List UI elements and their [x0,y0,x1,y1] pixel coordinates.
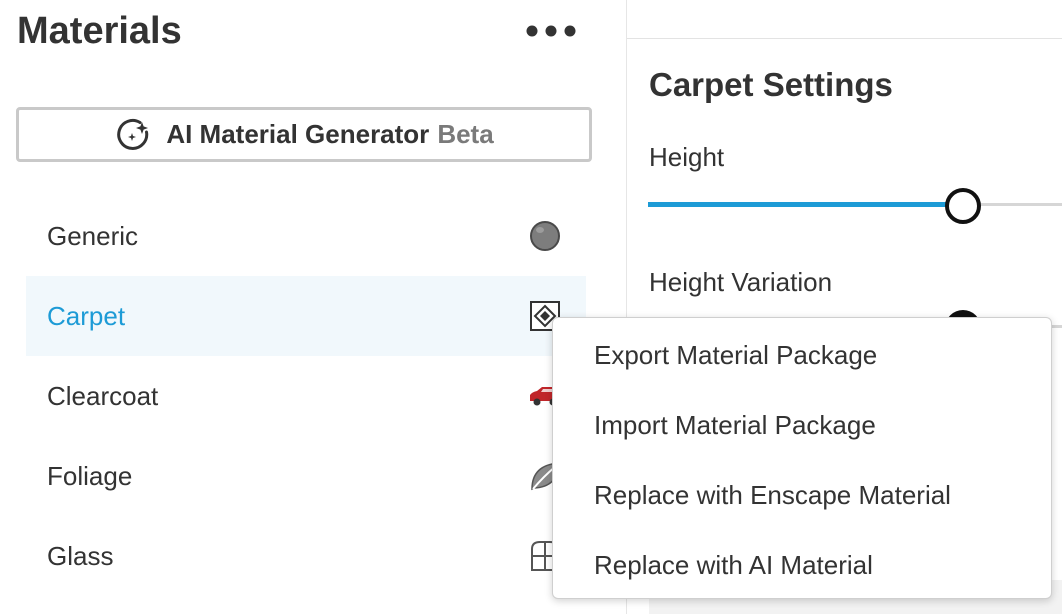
material-item-clearcoat[interactable]: Clearcoat [26,356,586,436]
menu-item-export-material-package[interactable]: Export Material Package [553,320,1051,390]
materials-panel: Materials AI Material Generator Beta Gene… [0,0,626,614]
height-label: Height [649,142,725,172]
height-variation-label: Height Variation [649,267,833,297]
material-label: Generic [47,220,139,251]
material-item-carpet[interactable]: Carpet [26,276,586,356]
ai-sparkle-icon [117,118,149,150]
material-item-glass[interactable]: Glass [26,516,586,596]
slider-thumb[interactable] [945,188,981,224]
slider-fill [648,202,963,207]
material-label: Foliage [47,460,133,491]
sphere-icon [528,219,562,253]
menu-item-replace-with-ai-material[interactable]: Replace with AI Material [553,530,1051,600]
settings-title: Carpet Settings [649,66,893,103]
panel-title: Materials [17,10,182,52]
beta-badge: Beta [437,119,494,149]
menu-item-import-material-package[interactable]: Import Material Package [553,390,1051,460]
material-item-generic[interactable]: Generic [26,196,586,276]
ellipsis-icon [526,25,576,37]
ai-generator-label: AI Material Generator [166,119,430,149]
material-label: Clearcoat [47,380,159,411]
material-item-foliage[interactable]: Foliage [26,436,586,516]
ai-material-generator-button[interactable]: AI Material Generator Beta [16,107,592,162]
material-list: Generic Carpet Clearcoat Foliage Glass [26,196,586,596]
settings-header-strip [627,0,1062,39]
app-root: Materials AI Material Generator Beta Gene… [0,0,1062,614]
material-label: Glass [47,540,114,571]
material-label: Carpet [47,300,126,331]
height-slider[interactable] [648,188,1062,224]
menu-item-replace-with-enscape-material[interactable]: Replace with Enscape Material [553,460,1051,530]
context-menu: Export Material Package Import Material … [552,317,1052,599]
more-options-button[interactable] [520,14,582,48]
